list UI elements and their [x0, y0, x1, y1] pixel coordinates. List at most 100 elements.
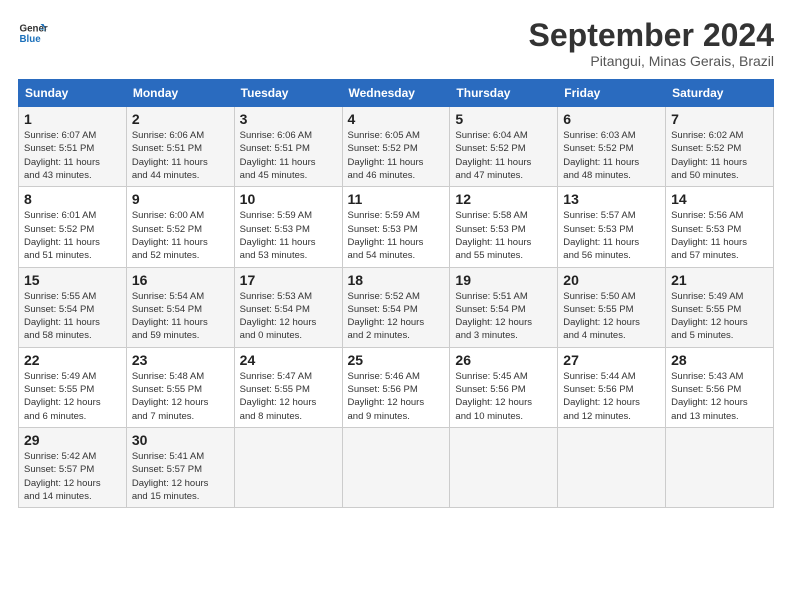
calendar-week-1: 1 Sunrise: 6:07 AMSunset: 5:51 PMDaylight… [19, 107, 774, 187]
calendar-cell: 24 Sunrise: 5:47 AMSunset: 5:55 PMDayligh… [234, 347, 342, 427]
day-info: Sunrise: 5:47 AMSunset: 5:55 PMDaylight:… [240, 370, 337, 423]
calendar-week-5: 29 Sunrise: 5:42 AMSunset: 5:57 PMDayligh… [19, 427, 774, 507]
calendar-cell: 15 Sunrise: 5:55 AMSunset: 5:54 PMDayligh… [19, 267, 127, 347]
day-info: Sunrise: 5:58 AMSunset: 5:53 PMDaylight:… [455, 209, 552, 262]
day-info: Sunrise: 5:48 AMSunset: 5:55 PMDaylight:… [132, 370, 229, 423]
day-info: Sunrise: 6:02 AMSunset: 5:52 PMDaylight:… [671, 129, 768, 182]
day-number: 7 [671, 111, 768, 127]
month-title: September 2024 [529, 18, 774, 53]
day-info: Sunrise: 5:59 AMSunset: 5:53 PMDaylight:… [240, 209, 337, 262]
day-number: 19 [455, 272, 552, 288]
day-info: Sunrise: 5:57 AMSunset: 5:53 PMDaylight:… [563, 209, 660, 262]
calendar-cell [450, 427, 558, 507]
calendar-cell: 2 Sunrise: 6:06 AMSunset: 5:51 PMDaylight… [126, 107, 234, 187]
day-info: Sunrise: 6:06 AMSunset: 5:51 PMDaylight:… [132, 129, 229, 182]
calendar-cell [558, 427, 666, 507]
calendar-cell: 10 Sunrise: 5:59 AMSunset: 5:53 PMDayligh… [234, 187, 342, 267]
calendar-table: Sunday Monday Tuesday Wednesday Thursday… [18, 79, 774, 508]
location: Pitangui, Minas Gerais, Brazil [529, 53, 774, 69]
day-number: 18 [348, 272, 445, 288]
day-info: Sunrise: 5:45 AMSunset: 5:56 PMDaylight:… [455, 370, 552, 423]
day-number: 20 [563, 272, 660, 288]
calendar-cell: 25 Sunrise: 5:46 AMSunset: 5:56 PMDayligh… [342, 347, 450, 427]
calendar-cell: 11Sunrise: 5:59 AMSunset: 5:53 PMDayligh… [342, 187, 450, 267]
day-info: Sunrise: 5:42 AMSunset: 5:57 PMDaylight:… [24, 450, 121, 503]
day-number: 9 [132, 191, 229, 207]
day-info: Sunrise: 6:05 AMSunset: 5:52 PMDaylight:… [348, 129, 445, 182]
calendar-cell: 21 Sunrise: 5:49 AMSunset: 5:55 PMDayligh… [666, 267, 774, 347]
day-info: Sunrise: 5:44 AMSunset: 5:56 PMDaylight:… [563, 370, 660, 423]
header: General Blue September 2024 Pitangui, Mi… [18, 18, 774, 69]
day-info: Sunrise: 5:54 AMSunset: 5:54 PMDaylight:… [132, 290, 229, 343]
day-number: 27 [563, 352, 660, 368]
calendar-cell: 16 Sunrise: 5:54 AMSunset: 5:54 PMDayligh… [126, 267, 234, 347]
day-info: Sunrise: 5:53 AMSunset: 5:54 PMDaylight:… [240, 290, 337, 343]
col-friday: Friday [558, 80, 666, 107]
day-info: Sunrise: 5:51 AMSunset: 5:54 PMDaylight:… [455, 290, 552, 343]
calendar-cell: 12 Sunrise: 5:58 AMSunset: 5:53 PMDayligh… [450, 187, 558, 267]
day-number: 4 [348, 111, 445, 127]
calendar-cell: 14Sunrise: 5:56 AMSunset: 5:53 PMDayligh… [666, 187, 774, 267]
day-number: 3 [240, 111, 337, 127]
calendar-cell: 13Sunrise: 5:57 AMSunset: 5:53 PMDayligh… [558, 187, 666, 267]
day-info: Sunrise: 5:59 AMSunset: 5:53 PMDaylight:… [348, 209, 445, 262]
calendar-cell [234, 427, 342, 507]
day-info: Sunrise: 5:41 AMSunset: 5:57 PMDaylight:… [132, 450, 229, 503]
calendar-cell [666, 427, 774, 507]
calendar-cell: 7 Sunrise: 6:02 AMSunset: 5:52 PMDaylight… [666, 107, 774, 187]
calendar-cell: 19 Sunrise: 5:51 AMSunset: 5:54 PMDayligh… [450, 267, 558, 347]
day-info: Sunrise: 5:43 AMSunset: 5:56 PMDaylight:… [671, 370, 768, 423]
day-number: 2 [132, 111, 229, 127]
calendar-cell: 22Sunrise: 5:49 AMSunset: 5:55 PMDayligh… [19, 347, 127, 427]
day-number: 26 [455, 352, 552, 368]
col-saturday: Saturday [666, 80, 774, 107]
day-number: 25 [348, 352, 445, 368]
title-block: September 2024 Pitangui, Minas Gerais, B… [529, 18, 774, 69]
col-sunday: Sunday [19, 80, 127, 107]
calendar-cell: 23Sunrise: 5:48 AMSunset: 5:55 PMDayligh… [126, 347, 234, 427]
calendar-week-2: 8 Sunrise: 6:01 AMSunset: 5:52 PMDaylight… [19, 187, 774, 267]
calendar-cell: 9 Sunrise: 6:00 AMSunset: 5:52 PMDaylight… [126, 187, 234, 267]
col-wednesday: Wednesday [342, 80, 450, 107]
day-number: 6 [563, 111, 660, 127]
day-number: 15 [24, 272, 121, 288]
day-info: Sunrise: 6:01 AMSunset: 5:52 PMDaylight:… [24, 209, 121, 262]
day-number: 12 [455, 191, 552, 207]
calendar-cell: 4 Sunrise: 6:05 AMSunset: 5:52 PMDaylight… [342, 107, 450, 187]
day-number: 8 [24, 191, 121, 207]
col-monday: Monday [126, 80, 234, 107]
calendar-cell: 3 Sunrise: 6:06 AMSunset: 5:51 PMDaylight… [234, 107, 342, 187]
day-number: 21 [671, 272, 768, 288]
page-container: General Blue September 2024 Pitangui, Mi… [0, 0, 792, 518]
day-number: 28 [671, 352, 768, 368]
day-number: 16 [132, 272, 229, 288]
day-info: Sunrise: 5:52 AMSunset: 5:54 PMDaylight:… [348, 290, 445, 343]
day-info: Sunrise: 5:50 AMSunset: 5:55 PMDaylight:… [563, 290, 660, 343]
calendar-week-4: 22Sunrise: 5:49 AMSunset: 5:55 PMDayligh… [19, 347, 774, 427]
day-number: 24 [240, 352, 337, 368]
calendar-week-3: 15 Sunrise: 5:55 AMSunset: 5:54 PMDayligh… [19, 267, 774, 347]
calendar-cell: 20 Sunrise: 5:50 AMSunset: 5:55 PMDayligh… [558, 267, 666, 347]
calendar-cell: 8 Sunrise: 6:01 AMSunset: 5:52 PMDaylight… [19, 187, 127, 267]
calendar-cell: 28 Sunrise: 5:43 AMSunset: 5:56 PMDayligh… [666, 347, 774, 427]
day-info: Sunrise: 6:06 AMSunset: 5:51 PMDaylight:… [240, 129, 337, 182]
calendar-cell [342, 427, 450, 507]
day-number: 29 [24, 432, 121, 448]
day-info: Sunrise: 6:00 AMSunset: 5:52 PMDaylight:… [132, 209, 229, 262]
day-info: Sunrise: 5:49 AMSunset: 5:55 PMDaylight:… [671, 290, 768, 343]
logo-icon: General Blue [18, 18, 48, 48]
day-info: Sunrise: 6:07 AMSunset: 5:51 PMDaylight:… [24, 129, 121, 182]
calendar-cell: 30Sunrise: 5:41 AMSunset: 5:57 PMDayligh… [126, 427, 234, 507]
day-info: Sunrise: 5:55 AMSunset: 5:54 PMDaylight:… [24, 290, 121, 343]
col-tuesday: Tuesday [234, 80, 342, 107]
day-info: Sunrise: 5:49 AMSunset: 5:55 PMDaylight:… [24, 370, 121, 423]
day-info: Sunrise: 5:46 AMSunset: 5:56 PMDaylight:… [348, 370, 445, 423]
calendar-cell: 6Sunrise: 6:03 AMSunset: 5:52 PMDaylight… [558, 107, 666, 187]
day-number: 14 [671, 191, 768, 207]
day-number: 10 [240, 191, 337, 207]
calendar-cell: 17Sunrise: 5:53 AMSunset: 5:54 PMDayligh… [234, 267, 342, 347]
calendar-cell: 29 Sunrise: 5:42 AMSunset: 5:57 PMDayligh… [19, 427, 127, 507]
day-number: 1 [24, 111, 121, 127]
logo: General Blue [18, 18, 48, 48]
header-row: Sunday Monday Tuesday Wednesday Thursday… [19, 80, 774, 107]
